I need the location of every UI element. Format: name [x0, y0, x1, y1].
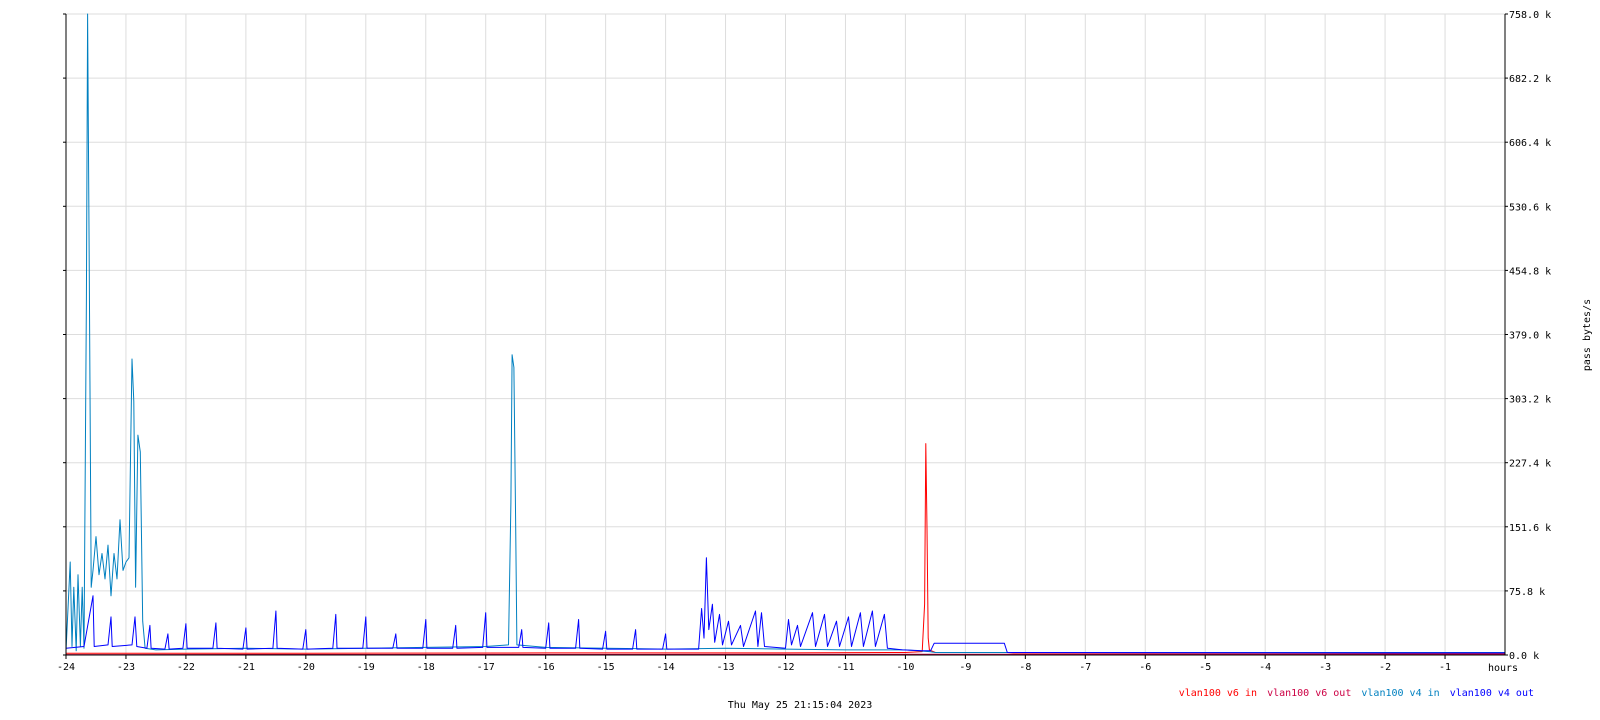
x-tick-label: -9 — [959, 662, 971, 673]
y-tick-label: 303.2 k — [1509, 395, 1551, 406]
y-tick-label: 151.6 k — [1509, 523, 1551, 534]
grid-lines — [65, 13, 1505, 656]
traffic-chart: -24 -23 -22 -21 -20 -19 -18 -17 -16 -15 -14 -13 -12 -… — [57, 10, 1593, 674]
x-tick-label: -14 — [657, 662, 675, 673]
x-axis-unit-label: hours — [1488, 663, 1518, 674]
x-tick-label: -11 — [836, 662, 854, 673]
y-axis-tick-labels: 0.0 k 75.8 k 151.6 k 227.4 k 303.2 k 379.0 k 4… — [1509, 10, 1551, 662]
x-tick-label: -13 — [717, 662, 735, 673]
x-tick-label: -3 — [1319, 662, 1331, 673]
date-label: Thu May 25 21:15:04 2023 — [727, 700, 873, 711]
legend-entry-v4-out: vlan100 v4 out — [1449, 688, 1534, 699]
x-tick-label: -15 — [597, 662, 615, 673]
x-tick-label: -17 — [477, 662, 495, 673]
x-tick-label: -23 — [117, 662, 135, 673]
x-tick-label: -22 — [177, 662, 195, 673]
y-tick-label: 0.0 k — [1509, 651, 1539, 662]
x-tick-label: -10 — [896, 662, 914, 673]
x-tick-label: -16 — [537, 662, 555, 673]
x-tick-label: -21 — [237, 662, 255, 673]
x-tick-label: -5 — [1199, 662, 1211, 673]
y-tick-label: 454.8 k — [1509, 266, 1551, 277]
x-tick-label: -7 — [1079, 662, 1091, 673]
y-tick-label: 606.4 k — [1509, 138, 1551, 149]
x-tick-label: -20 — [297, 662, 315, 673]
y-tick-label: 530.6 k — [1509, 202, 1551, 213]
y-tick-label: 682.2 k — [1509, 74, 1551, 85]
x-tick-label: -19 — [357, 662, 375, 673]
legend-entry-v6-out: vlan100 v6 out — [1267, 688, 1352, 699]
x-axis-tick-labels: -24 -23 -22 -21 -20 -19 -18 -17 -16 -15 -14 -13 -12 -… — [57, 662, 1451, 673]
x-tick-label: -8 — [1019, 662, 1031, 673]
x-tick-label: -2 — [1379, 662, 1391, 673]
y-tick-label: 227.4 k — [1509, 459, 1551, 470]
y-axis-label: pass bytes/s — [1582, 299, 1593, 371]
x-tick-label: -12 — [776, 662, 794, 673]
x-tick-label: -6 — [1139, 662, 1151, 673]
x-tick-label: -18 — [417, 662, 435, 673]
y-tick-label: 75.8 k — [1509, 587, 1545, 598]
x-tick-label: -4 — [1259, 662, 1271, 673]
y-tick-label: 758.0 k — [1509, 10, 1551, 21]
legend-entry-v4-in: vlan100 v4 in — [1361, 688, 1440, 699]
x-tick-label: -24 — [57, 662, 75, 673]
x-tick-label: -1 — [1439, 662, 1451, 673]
legend: vlan100 v6 in vlan100 v6 out vlan100 v4 … — [1175, 688, 1534, 699]
y-tick-label: 379.0 k — [1509, 331, 1551, 342]
legend-entry-v6-in: vlan100 v6 in — [1178, 688, 1258, 699]
